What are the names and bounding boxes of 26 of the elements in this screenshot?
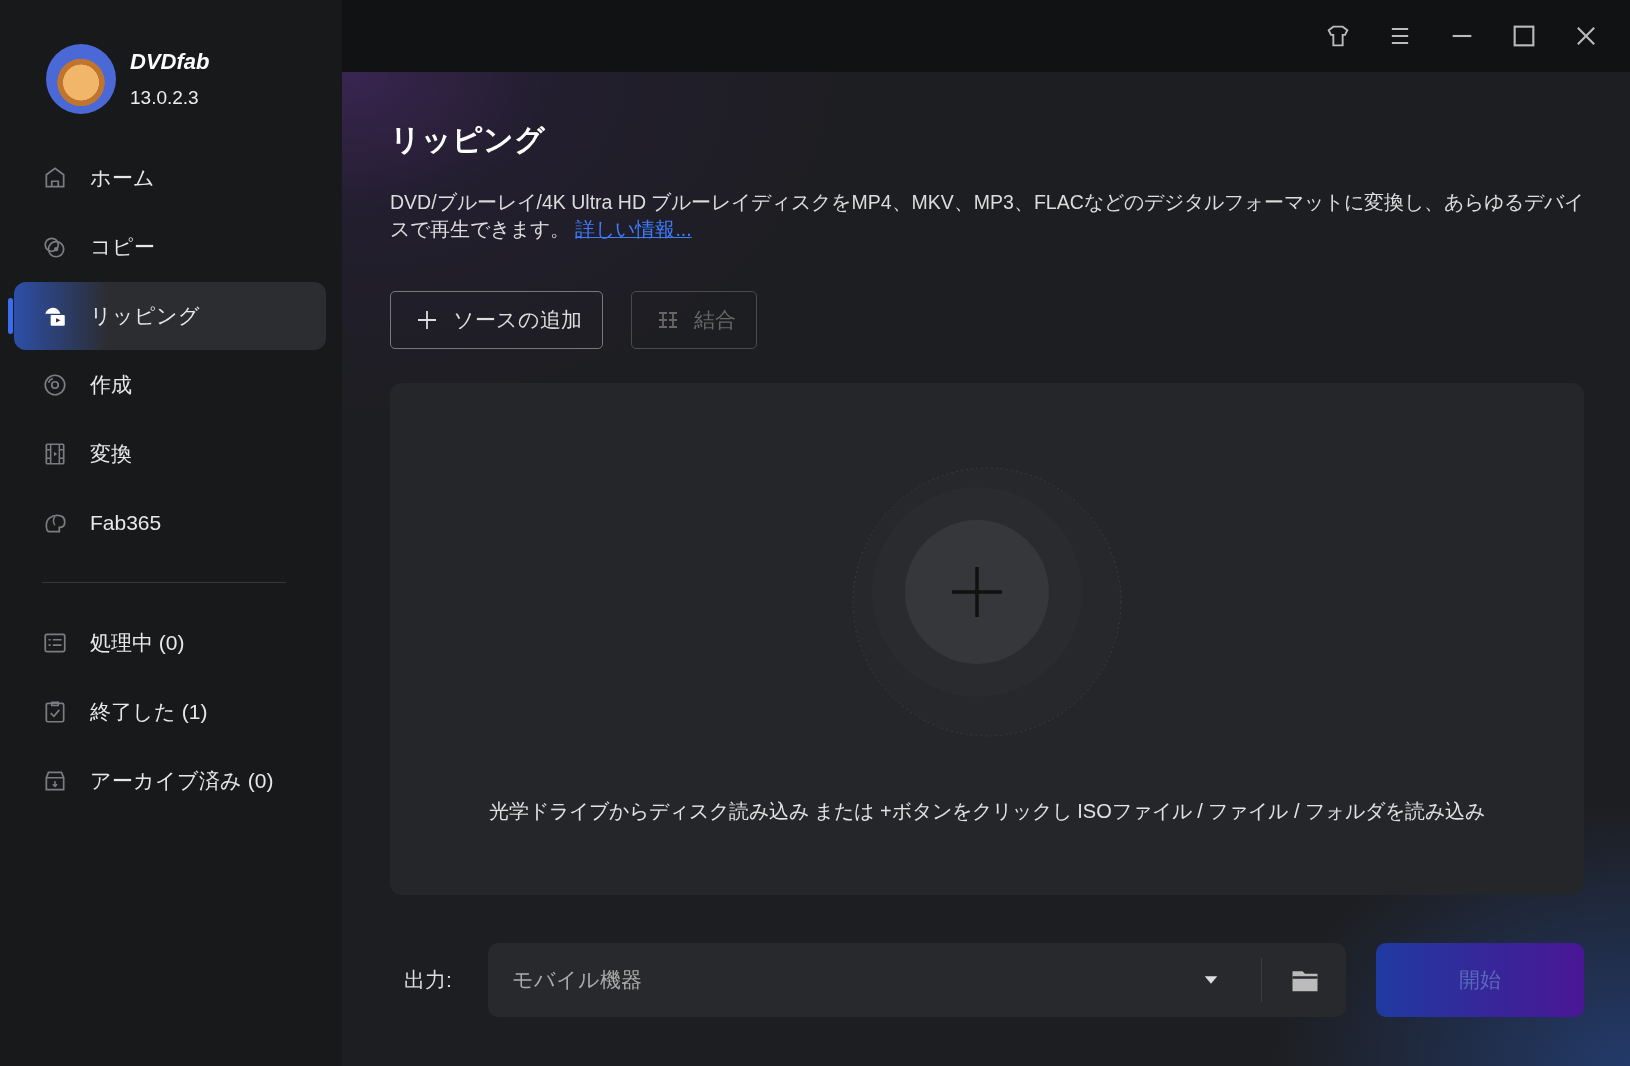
nav-item[interactable]: Fab365: [14, 489, 326, 557]
output-dropdown[interactable]: モバイル機器: [488, 943, 1346, 1017]
task-list-item[interactable]: アーカイブ済み (0): [14, 747, 326, 815]
home-icon: [42, 165, 68, 191]
disc-icon: [42, 372, 68, 398]
more-info-link[interactable]: 詳しい情報...: [575, 218, 692, 240]
app-name: DVDfab: [130, 49, 210, 75]
task-list-item[interactable]: 終了した (1): [14, 678, 326, 746]
plus-icon: [415, 308, 439, 332]
app-version: 13.0.2.3: [130, 87, 200, 109]
nav-item[interactable]: コピー: [14, 213, 326, 281]
dropdown-caret-icon: [1203, 975, 1219, 985]
page-description: DVD/ブルーレイ/4K Ultra HD ブルーレイディスクをMP4、MKV、MP3、FLACなどのデジタルフォーマットに変換し、あらゆるデバイスで再生できます。 詳しい情報...: [390, 190, 1584, 242]
clipboard-check-icon: [42, 699, 68, 725]
drop-zone[interactable]: 光学ドライブからディスク読み込み または +ボタンをクリックし ISOファイル / ファイル / フォルダを読み込み: [390, 383, 1584, 895]
nav-item[interactable]: ホーム: [14, 144, 326, 212]
task-list-item[interactable]: 処理中 (0): [14, 609, 326, 677]
page-title: リッピング: [390, 122, 546, 158]
archive-icon: [42, 768, 68, 794]
drop-zone-hint: 光学ドライブからディスク読み込み または +ボタンをクリックし ISOファイル / ファイル / フォルダを読み込み: [488, 799, 1486, 824]
film-icon: [42, 441, 68, 467]
nav-item[interactable]: 変換: [14, 420, 326, 488]
list-icon: [42, 630, 68, 656]
nav-item[interactable]: 作成: [14, 351, 326, 419]
add-source-button[interactable]: ソースの追加: [390, 291, 603, 349]
output-label: 出力:: [403, 967, 453, 993]
